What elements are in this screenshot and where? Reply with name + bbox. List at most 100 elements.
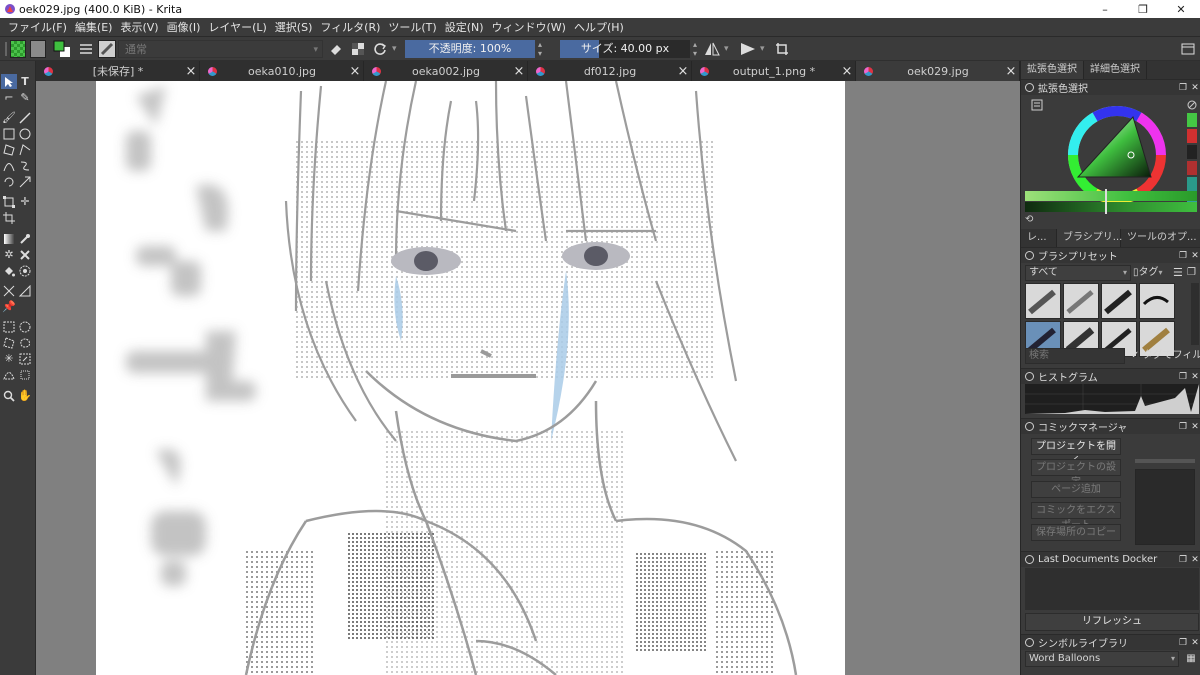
opacity-slider[interactable]: 不透明度: 100% — [405, 40, 535, 58]
float-panel-icon[interactable]: ❐ — [1177, 638, 1189, 648]
float-panel-icon[interactable]: ❐ — [1177, 251, 1189, 261]
color-history-icon[interactable] — [1031, 99, 1043, 111]
smart-patch-tool-icon[interactable] — [17, 247, 33, 262]
tag-menu-button[interactable]: ▯タグ▾ — [1133, 265, 1173, 281]
tag-filter-checkbox[interactable]: ✓ タグでフィルタ — [1131, 348, 1200, 364]
close-tab-icon[interactable]: × — [511, 64, 527, 79]
close-tab-icon[interactable]: × — [347, 64, 363, 79]
menu-layer[interactable]: レイヤー(L) — [204, 19, 270, 35]
close-tab-icon[interactable]: × — [675, 64, 691, 79]
brush-preset-thumbnail-icon[interactable] — [98, 40, 116, 58]
tab-tool-options[interactable]: ツールのオプ... — [1121, 229, 1200, 247]
mirror-horizontal-icon[interactable] — [702, 40, 722, 58]
panel-lock-icon[interactable] — [1025, 555, 1034, 564]
canvas-viewport[interactable] — [36, 81, 1020, 675]
opacity-spin-buttons[interactable]: ▴ ▾ — [535, 40, 545, 58]
brush-preset-item[interactable] — [1101, 283, 1137, 319]
rectangle-tool-icon[interactable] — [1, 126, 17, 141]
close-window-button[interactable]: ✕ — [1162, 0, 1200, 18]
document-tab[interactable]: [未保存] * × — [36, 61, 200, 81]
close-panel-icon[interactable]: ✕ — [1189, 638, 1200, 648]
polygon-tool-icon[interactable] — [1, 142, 17, 157]
size-slider[interactable]: サイズ: 40.00 px — [560, 40, 690, 58]
panel-lock-icon[interactable] — [1025, 83, 1034, 92]
tab-brush-presets[interactable]: ブラシプリ... — [1057, 229, 1122, 247]
document-tab[interactable]: df012.jpg × — [528, 61, 692, 81]
freehand-path-tool-icon[interactable] — [17, 158, 33, 173]
pan-tool-icon[interactable]: ✋ — [17, 388, 33, 403]
menu-view[interactable]: 表示(V) — [116, 19, 162, 35]
panel-lock-icon[interactable] — [1025, 422, 1034, 431]
minimize-button[interactable]: – — [1086, 0, 1124, 18]
menu-filter[interactable]: フィルタ(R) — [316, 19, 384, 35]
tab-layers[interactable]: レ... — [1021, 229, 1057, 247]
fg-bg-color-icon[interactable] — [52, 40, 72, 58]
brush-preset-item[interactable] — [1063, 283, 1099, 319]
eraser-mode-icon[interactable] — [326, 40, 346, 58]
crop-wrap-icon[interactable] — [772, 40, 792, 58]
palette-swatch[interactable] — [1187, 113, 1197, 127]
brush-preset-item[interactable] — [1025, 283, 1061, 319]
chevron-down-icon[interactable]: ▾ — [392, 40, 402, 58]
add-page-button[interactable]: ページ追加 — [1031, 481, 1121, 498]
gradient-tool-icon[interactable] — [1, 231, 17, 246]
crop-tool-icon[interactable] — [1, 210, 17, 225]
panel-lock-icon[interactable] — [1025, 372, 1034, 381]
enclose-fill-tool-icon[interactable] — [17, 263, 33, 278]
text-tool-icon[interactable]: T — [17, 74, 33, 89]
last-documents-list[interactable] — [1025, 568, 1199, 610]
palette-swatch[interactable] — [1187, 177, 1197, 191]
drawing-canvas[interactable] — [96, 81, 845, 675]
shade-selector-bar[interactable] — [1025, 202, 1197, 212]
multibrush-tool-icon[interactable] — [17, 174, 33, 189]
palette-swatch[interactable] — [1187, 161, 1197, 175]
elliptical-selection-tool-icon[interactable] — [17, 319, 33, 334]
brush-preset-item[interactable] — [1139, 283, 1175, 319]
comic-page-list[interactable] — [1135, 469, 1195, 545]
close-tab-icon[interactable]: × — [839, 64, 855, 79]
menu-select[interactable]: 選択(S) — [271, 19, 317, 35]
brush-grid-scrollbar[interactable] — [1191, 283, 1199, 345]
menu-tools[interactable]: ツール(T) — [384, 19, 440, 35]
float-panel-icon[interactable]: ❐ — [1187, 265, 1200, 281]
export-comic-button[interactable]: コミックをエクスポート — [1031, 502, 1121, 531]
menu-file[interactable]: ファイル(F) — [4, 19, 71, 35]
chevron-down-icon[interactable]: ▾ — [724, 40, 734, 58]
close-panel-icon[interactable]: ✕ — [1189, 422, 1200, 432]
tab-advanced-color-selector[interactable]: 拡張色選択 — [1021, 61, 1084, 79]
symbol-set-select[interactable]: Word Balloons ▾ — [1025, 651, 1179, 667]
document-tab[interactable]: oeka002.jpg × — [364, 61, 528, 81]
menu-help[interactable]: ヘルプ(H) — [570, 19, 628, 35]
fill-tool-icon[interactable] — [1, 263, 17, 278]
size-spin-buttons[interactable]: ▴ ▾ — [690, 40, 700, 58]
project-settings-button[interactable]: プロジェクトの設定 — [1031, 459, 1121, 488]
clear-palette-icon[interactable] — [1185, 99, 1199, 111]
rectangular-selection-tool-icon[interactable] — [1, 319, 17, 334]
panel-lock-icon[interactable] — [1025, 251, 1034, 260]
transform-tool-icon[interactable] — [1, 194, 17, 209]
workspace-switch-icon[interactable] — [1178, 40, 1198, 58]
measure-tool-icon[interactable] — [17, 283, 33, 298]
brush-tag-select[interactable]: すべて ▾ — [1025, 265, 1131, 281]
reload-preset-icon[interactable] — [370, 40, 390, 58]
line-tool-icon[interactable] — [17, 110, 33, 125]
close-panel-icon[interactable]: ✕ — [1189, 251, 1200, 261]
polygonal-selection-tool-icon[interactable] — [1, 335, 17, 350]
bezier-selection-tool-icon[interactable] — [1, 367, 17, 382]
edit-brush-settings-icon[interactable] — [76, 40, 96, 58]
panel-lock-icon[interactable] — [1025, 638, 1034, 647]
shade-selector-bar[interactable] — [1025, 191, 1197, 201]
document-tab[interactable]: output_1.png * × — [692, 61, 856, 81]
similar-color-selection-tool-icon[interactable] — [17, 351, 33, 366]
document-tab[interactable]: oeka010.jpg × — [200, 61, 364, 81]
ellipse-tool-icon[interactable] — [17, 126, 33, 141]
dynamic-brush-tool-icon[interactable] — [1, 174, 17, 189]
close-panel-icon[interactable]: ✕ — [1189, 372, 1200, 382]
menu-settings[interactable]: 設定(N) — [441, 19, 488, 35]
comic-zoom-slider[interactable] — [1135, 459, 1195, 463]
document-tab-active[interactable]: oek029.jpg × — [856, 61, 1020, 81]
copy-location-button[interactable]: 保存場所のコピー — [1031, 524, 1121, 541]
chevron-down-icon[interactable]: ▾ — [760, 40, 770, 58]
move-tool-icon[interactable]: ✛ — [17, 194, 33, 209]
zoom-tool-icon[interactable] — [1, 388, 17, 403]
